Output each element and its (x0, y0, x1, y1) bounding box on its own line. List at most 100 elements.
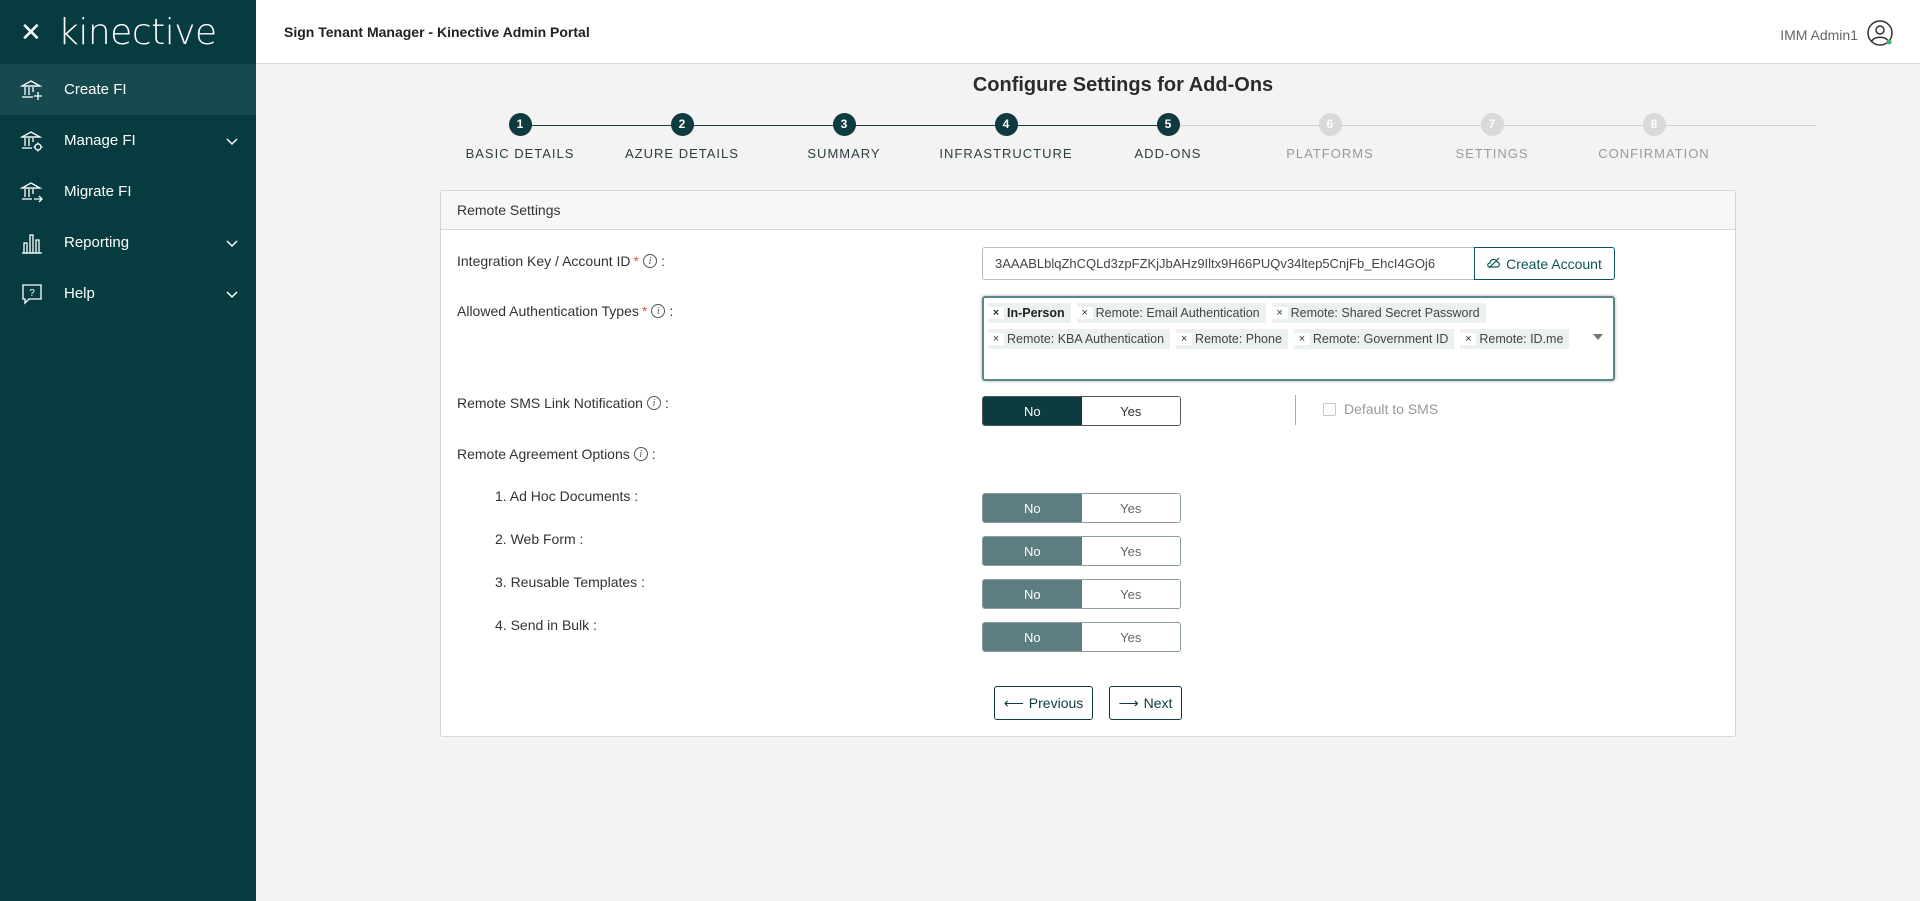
toggle-no[interactable]: No (983, 537, 1082, 565)
label-text: Remote SMS Link Notification (457, 395, 643, 411)
chip-email-authentication: × Remote: Email Authentication (1076, 303, 1266, 323)
toggle-no[interactable]: No (983, 623, 1082, 651)
kinective-logo: kinective (58, 11, 217, 53)
sidebar-item-create-fi[interactable]: Create FI (0, 64, 256, 115)
chip-phone: × Remote: Phone (1176, 329, 1288, 349)
sidebar-item-help[interactable]: ? Help (0, 268, 256, 319)
sidebar-item-reporting[interactable]: Reporting (0, 217, 256, 268)
sidebar-item-label: Reporting (64, 234, 130, 251)
label-text: Integration Key / Account ID (457, 253, 631, 269)
step-number: 2 (670, 113, 694, 136)
sidebar-item-migrate-fi[interactable]: Migrate FI (0, 166, 256, 217)
remove-chip-icon[interactable]: × (1271, 307, 1288, 319)
chip-id-me: × Remote: ID.me (1460, 329, 1570, 349)
chip-kba-authentication: × Remote: KBA Authentication (988, 329, 1171, 349)
topbar: Sign Tenant Manager - Kinective Admin Po… (256, 0, 1920, 64)
step-basic-details[interactable]: 1 BASIC DETAILS (450, 113, 590, 161)
colon: : (664, 395, 669, 411)
step-number: 1 (508, 113, 532, 136)
sidebar-item-label: Help (64, 285, 95, 302)
step-add-ons[interactable]: 5 ADD-ONS (1098, 113, 1238, 161)
step-azure-details[interactable]: 2 AZURE DETAILS (612, 113, 752, 161)
step-number: 8 (1642, 113, 1666, 136)
step-number: 6 (1318, 113, 1342, 136)
bank-add-icon (20, 78, 44, 102)
ad-hoc-documents-toggle: No Yes (982, 493, 1181, 523)
create-account-label: Create Account (1506, 255, 1602, 272)
step-number: 7 (1480, 113, 1504, 136)
toggle-yes[interactable]: Yes (1081, 494, 1180, 522)
create-account-button[interactable]: Create Account (1474, 247, 1615, 280)
sms-link-toggle: No Yes (982, 396, 1181, 426)
dropdown-arrow-icon[interactable] (1593, 334, 1603, 340)
info-icon[interactable]: i (646, 396, 661, 410)
label-text: Remote Agreement Options (457, 446, 630, 462)
step-settings: 7 SETTINGS (1422, 113, 1562, 161)
toggle-no[interactable]: No (983, 494, 1082, 522)
divider (1295, 395, 1296, 425)
colon: : (651, 446, 656, 462)
toggle-no[interactable]: No (983, 580, 1082, 608)
sidebar-nav: Create FI Manage FI Migrate FI Reporting (0, 64, 256, 319)
chevron-down-icon (226, 133, 238, 150)
colon: : (661, 253, 665, 269)
step-infrastructure[interactable]: 4 INFRASTRUCTURE (936, 113, 1076, 161)
step-number: 3 (832, 113, 856, 136)
remove-chip-icon[interactable]: × (988, 307, 1004, 319)
chip-list: × In-Person × Remote: Email Authentication… (988, 301, 1583, 353)
auth-types-multiselect[interactable]: × In-Person × Remote: Email Authentication… (982, 296, 1615, 381)
integration-key-input[interactable] (982, 247, 1475, 280)
sidebar-item-manage-fi[interactable]: Manage FI (0, 115, 256, 166)
default-to-sms-checkbox[interactable] (1323, 402, 1336, 416)
sidebar-item-label: Manage FI (64, 132, 136, 149)
user-menu[interactable]: IMM Admin1 (1780, 19, 1894, 50)
step-label: SUMMARY (807, 146, 881, 161)
remove-chip-icon[interactable]: × (1460, 333, 1477, 345)
cloud-key-icon (1487, 256, 1501, 272)
step-confirmation: 8 CONFIRMATION (1584, 113, 1724, 161)
step-label: CONFIRMATION (1598, 146, 1710, 161)
previous-label: Previous (1028, 695, 1084, 711)
web-form-toggle: No Yes (982, 536, 1181, 566)
reusable-templates-toggle: No Yes (982, 579, 1181, 609)
section-title: Remote Settings (441, 191, 1735, 230)
step-label: AZURE DETAILS (625, 146, 739, 161)
step-label: SETTINGS (1455, 146, 1529, 161)
step-platforms: 6 PLATFORMS (1260, 113, 1400, 161)
arrow-right-icon: ⟶ (1118, 694, 1139, 711)
reusable-templates-label: 3. Reusable Templates : (495, 574, 645, 590)
close-icon[interactable]: ✕ (20, 19, 46, 45)
remove-chip-icon[interactable]: × (1076, 307, 1093, 319)
info-icon[interactable]: i (651, 304, 666, 318)
bar-chart-icon (20, 231, 44, 255)
remove-chip-icon[interactable]: × (1176, 333, 1193, 345)
sidebar-header: ✕ kinective (0, 0, 256, 64)
label-text: Allowed Authentication Types (457, 303, 639, 319)
step-label: ADD-ONS (1134, 146, 1202, 161)
step-number: 5 (1156, 113, 1180, 136)
chip-label: Remote: KBA Authentication (1007, 332, 1165, 346)
chip-label: Remote: Government ID (1312, 332, 1449, 346)
default-to-sms-label: Default to SMS (1344, 401, 1439, 417)
wizard-stepper: 1 BASIC DETAILS 2 AZURE DETAILS 3 SUMMAR… (440, 113, 1816, 173)
app-title: Sign Tenant Manager - Kinective Admin Po… (284, 23, 590, 40)
user-name: IMM Admin1 (1780, 26, 1858, 43)
toggle-yes[interactable]: Yes (1081, 397, 1180, 425)
step-summary[interactable]: 3 SUMMARY (774, 113, 914, 161)
required-mark: * (641, 303, 648, 319)
remove-chip-icon[interactable]: × (988, 333, 1004, 345)
chip-label: Remote: Phone (1195, 332, 1282, 346)
info-icon[interactable]: i (643, 254, 657, 268)
help-icon: ? (20, 282, 44, 306)
previous-button[interactable]: ⟵ Previous (994, 686, 1093, 720)
sidebar: ✕ kinective Create FI Manage FI Migrate … (0, 0, 256, 901)
info-icon[interactable]: i (633, 447, 648, 461)
step-label: BASIC DETAILS (465, 146, 575, 161)
toggle-no[interactable]: No (983, 397, 1082, 425)
toggle-yes[interactable]: Yes (1081, 537, 1180, 565)
remove-chip-icon[interactable]: × (1293, 333, 1310, 345)
next-button[interactable]: ⟶ Next (1109, 686, 1182, 720)
chip-in-person: × In-Person (988, 303, 1071, 323)
toggle-yes[interactable]: Yes (1081, 623, 1180, 651)
toggle-yes[interactable]: Yes (1081, 580, 1180, 608)
